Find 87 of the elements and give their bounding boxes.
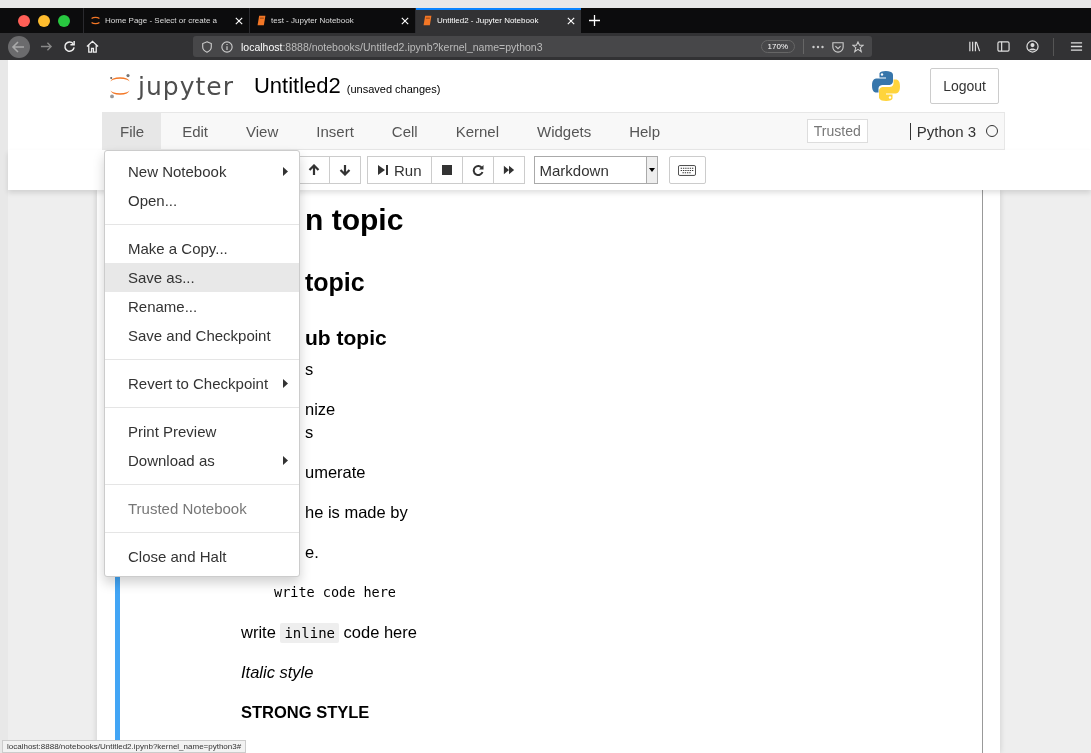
menu-item[interactable]: Widgets	[520, 113, 609, 149]
menu-item[interactable]: Save and Checkpoint	[105, 321, 299, 350]
fast-forward-icon	[502, 164, 515, 176]
account-icon[interactable]	[1026, 40, 1040, 53]
logo-text: jupyter	[138, 71, 234, 101]
tab-title: test - Jupyter Notebook	[271, 16, 355, 25]
menu-icon[interactable]	[1070, 40, 1083, 53]
paragraph-text: write inline code here	[241, 623, 417, 641]
kernel-name: Python 3	[909, 122, 976, 140]
cell-type-dropdown[interactable]: Markdown	[533, 156, 658, 184]
submenu-caret-icon	[283, 379, 288, 388]
minimize-window-icon[interactable]	[38, 14, 50, 27]
notebook-name[interactable]: Untitled2	[253, 73, 341, 99]
keyboard-button[interactable]	[668, 156, 706, 184]
save-status: (unsaved changes)	[346, 83, 441, 95]
back-icon[interactable]	[8, 35, 30, 58]
heading: topic	[305, 268, 365, 296]
italic-text: Italic style	[241, 663, 314, 681]
close-icon[interactable]	[235, 16, 243, 25]
reload-icon	[471, 164, 484, 176]
menu-item[interactable]: View	[229, 113, 296, 149]
forward-icon[interactable]	[40, 40, 53, 53]
star-icon[interactable]	[852, 40, 865, 53]
home-icon[interactable]	[86, 40, 99, 53]
pocket-icon[interactable]	[832, 40, 845, 53]
move-down-button[interactable]	[329, 156, 361, 184]
run-button[interactable]: Run	[367, 156, 432, 184]
bold-text: STRONG STYLE	[241, 703, 370, 721]
status-url: localhost:8888/notebooks/Untitled2.ipynb?kernel_name=python3#	[2, 740, 247, 753]
heading: n topic	[305, 203, 404, 236]
menu-item[interactable]: Print Preview	[105, 417, 299, 446]
menu-item[interactable]: File	[103, 113, 162, 149]
heading: ub topic	[305, 326, 387, 349]
jupyter-logo-icon	[108, 71, 132, 101]
tab-title: Home Page - Select or create a	[105, 16, 219, 25]
paragraph-text: s	[305, 360, 314, 378]
arrow-down-icon	[339, 164, 351, 176]
url-text: localhost:8888/notebooks/Untitled2.ipynb?kernel_name=python3	[241, 40, 544, 53]
menu-item[interactable]: Help	[612, 113, 678, 149]
close-window-icon[interactable]	[18, 14, 30, 27]
address-bar[interactable]: localhost:8888/notebooks/Untitled2.ipynb?kernel_name=python3 170%	[193, 36, 873, 57]
menu-item[interactable]: Download as	[105, 446, 299, 475]
menu-item[interactable]: Kernel	[438, 113, 516, 149]
menu-item[interactable]: Save as...	[105, 263, 299, 292]
tab-title: Untitled2 - Jupyter Notebook	[437, 16, 540, 25]
paragraph-text: umerate	[305, 463, 366, 481]
paragraph-text: nize	[305, 400, 336, 418]
submenu-caret-icon	[283, 456, 288, 465]
move-up-button[interactable]	[298, 156, 330, 184]
menu-item[interactable]: Edit	[165, 113, 226, 149]
trusted-indicator[interactable]: Trusted	[806, 119, 868, 143]
menu-item[interactable]: Make a Copy...	[105, 234, 299, 263]
restart-button[interactable]	[461, 156, 494, 184]
close-icon[interactable]	[567, 16, 575, 25]
sidebar-icon[interactable]	[997, 40, 1011, 53]
submenu-caret-icon	[283, 167, 288, 176]
stop-button[interactable]	[430, 156, 463, 184]
jupyter-logo-icon	[90, 15, 101, 26]
reload-icon[interactable]	[63, 40, 76, 53]
menu-item[interactable]: Cell	[374, 113, 435, 149]
run-all-button[interactable]	[492, 156, 525, 184]
step-forward-icon	[377, 164, 389, 176]
shield-icon	[201, 40, 213, 53]
info-icon	[221, 40, 233, 53]
new-tab-icon[interactable]	[589, 15, 600, 26]
menu-item[interactable]: Insert	[299, 113, 371, 149]
browser-tab[interactable]: Untitled2 - Jupyter Notebook	[415, 8, 581, 33]
logout-button[interactable]: Logout	[930, 68, 999, 104]
code-text: write code here	[274, 584, 396, 600]
paragraph-text: s	[305, 423, 314, 441]
paragraph-text: he is made by	[305, 503, 408, 521]
library-icon[interactable]	[968, 40, 982, 53]
menu-item[interactable]: Open...	[105, 186, 299, 215]
paragraph-text: e.	[305, 543, 319, 561]
notebook-icon	[422, 15, 433, 26]
keyboard-icon	[678, 164, 697, 176]
menu-item[interactable]: New Notebook	[105, 157, 299, 186]
close-icon[interactable]	[401, 16, 409, 25]
python-logo-icon	[870, 70, 903, 102]
notebook-icon	[256, 15, 267, 26]
arrow-up-icon	[308, 164, 320, 176]
maximize-window-icon[interactable]	[58, 14, 70, 27]
dropdown-caret-icon	[648, 168, 655, 172]
menu-item[interactable]: Close and Halt	[105, 542, 299, 571]
menu-item[interactable]: Revert to Checkpoint	[105, 369, 299, 398]
menu-item[interactable]: Rename...	[105, 292, 299, 321]
stop-icon	[440, 164, 453, 176]
